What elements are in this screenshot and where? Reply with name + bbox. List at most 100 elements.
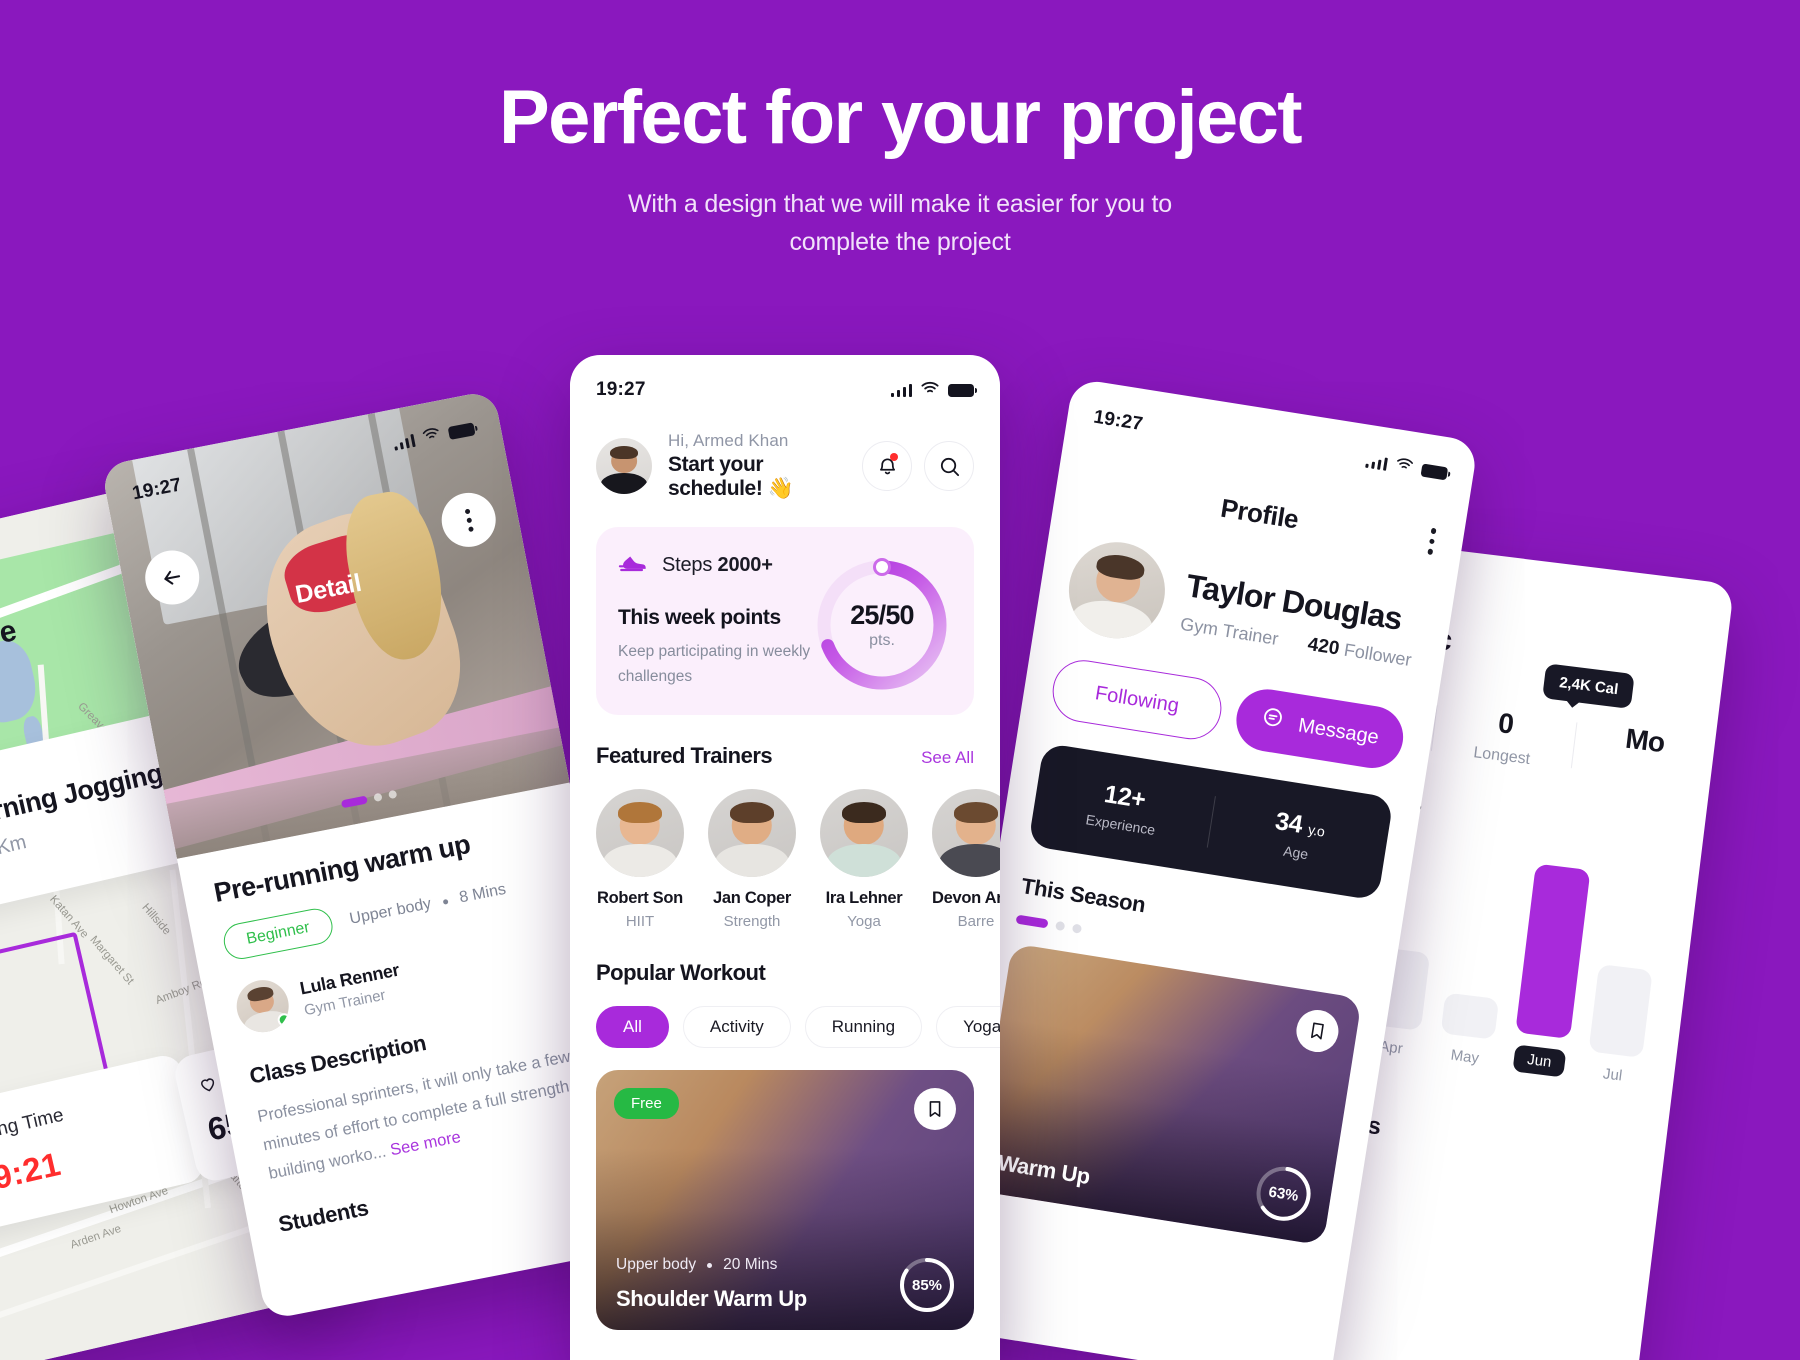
summary-value: 0 [1496,707,1516,740]
trainer-name: Jan Coper [713,889,791,908]
trainer-tag: Yoga [847,913,881,931]
workout-card-title: Shoulder Warm Up [616,1286,807,1312]
message-button[interactable]: Message [1231,684,1408,773]
followers-label: Follower [1342,639,1414,670]
wifi-icon [921,381,939,400]
see-all-link[interactable]: See All [921,748,974,768]
trainer-tag: Barre [957,913,995,931]
chart-bar-column[interactable]: Jul [1585,963,1653,1087]
followers-count: 420 [1306,633,1341,660]
points-value: 25/50 [850,600,914,630]
progress-value: 63% [1267,1182,1300,1205]
chart-x-label: May [1449,1046,1480,1067]
steps-card: Steps 2000+ This week points Keep partic… [596,527,974,716]
wifi-icon [1394,456,1414,476]
chart-bar [1515,863,1591,1039]
hero-subtitle: With a design that we will make it easie… [0,185,1800,263]
trainer-name: Ira Lehner [825,889,903,908]
chart-bar [1588,963,1653,1058]
progress-value: 85% [911,1276,943,1294]
signal-icon [1365,454,1389,471]
status-time: 19:27 [596,379,646,400]
trainer-name: Robert Son [597,889,683,908]
status-time: 19:27 [130,474,184,505]
chart-bar-column[interactable]: May [1437,992,1500,1068]
following-button[interactable]: Following [1048,655,1226,744]
progress-ring: 85% [898,1256,956,1314]
chat-icon [1259,705,1287,738]
list-item[interactable]: Jan Coper Strength [708,789,796,930]
status-time: 19:27 [1092,406,1145,436]
see-more-link[interactable]: See more [389,1128,463,1159]
stat-age: 34 y.o Age [1207,797,1389,874]
search-icon[interactable] [924,441,974,491]
list-item[interactable]: Robert Son HIIT [596,789,684,930]
filter-chip-yoga[interactable]: Yoga [936,1006,1000,1049]
avatar [932,789,1000,878]
battery-icon [1420,462,1449,480]
avatar [232,975,294,1037]
heart-icon [196,1072,221,1101]
popular-workout-title: Popular Workout [596,960,766,986]
workout-card[interactable]: Free Upper body 20 Mins Shoulder Warm Up [596,1070,974,1331]
avatar [708,789,796,878]
stat-experience: 12+ Experience [1032,769,1214,846]
list-item[interactable]: Devon Aner Barre [932,789,1000,930]
hero-subtitle-line2: complete the project [789,228,1011,257]
signal-icon [392,433,416,451]
dot-separator [442,898,449,905]
dot-separator [707,1262,713,1268]
phone-home-screen: 19:27 Hi, Armed Khan Start your schedule… [570,355,1000,1360]
points-progress-ring: 25/50 pts. [812,555,952,695]
bookmark-icon[interactable] [1293,1006,1342,1056]
hero-section: Perfect for your project With a design t… [0,0,1800,262]
workout-duration: 20 Mins [723,1256,778,1274]
points-unit: pts. [869,632,895,649]
notification-dot [890,453,898,461]
notification-bell-icon[interactable] [862,441,912,491]
map-street-label: Hillside [139,901,173,938]
avatar [1062,535,1172,646]
stat-value: 34 [1273,807,1305,839]
greeting-headline: Start your schedule! 👋 [668,453,794,500]
battery-icon [447,421,476,440]
progress-ring: 63% [1250,1161,1316,1227]
workout-filter-chips[interactable]: All Activity Running Yoga [570,986,1000,1049]
greeting-name: Hi, Armed Khan [668,431,789,450]
trainer-name: Devon Aner [932,889,1000,908]
chart-x-label: Jul [1602,1065,1624,1085]
filter-chip-all[interactable]: All [596,1006,669,1049]
stat-unit: y.o [1306,821,1326,840]
trainer-tag: HIIT [625,913,655,931]
poster-stage: Perfect for your project With a design t… [0,0,1800,1360]
bookmark-icon[interactable] [914,1088,956,1131]
featured-trainers-title: Featured Trainers [596,743,773,769]
page-title: Perfect for your project [498,75,1303,160]
summary-value: Mo [1623,722,1667,759]
steps-label: Steps [662,554,713,576]
signal-icon [890,383,912,397]
avatar[interactable] [596,438,652,494]
filter-chip-activity[interactable]: Activity [682,1006,791,1049]
workout-card[interactable]: Warm Up 63% [973,943,1363,1246]
trainers-list[interactable]: Robert Son HIIT Jan Coper Strength Ira L… [570,769,1000,930]
chart-bar-column[interactable]: Jun 2,4K Cal [1511,663,1636,1078]
map-street-label: Margaret St [87,933,136,988]
detail-body-part: Upper body [348,895,433,928]
chart-bar [1440,992,1500,1040]
week-points-subtitle: Keep participating in weekly challenges [618,643,811,686]
message-button-label: Message [1296,713,1381,749]
level-badge: Beginner [220,905,336,963]
stat-value: 12+ [1102,779,1148,815]
workout-card-title: Warm Up [996,1149,1092,1190]
filter-chip-running[interactable]: Running [804,1006,923,1049]
free-badge: Free [614,1088,679,1120]
list-item[interactable]: Ira Lehner Yoga [820,789,908,930]
more-vertical-icon[interactable] [1426,527,1437,555]
workout-category: Upper body [616,1256,697,1274]
steps-value: 2000+ [717,554,773,576]
avatar [596,789,684,878]
avatar [820,789,908,878]
battery-icon [948,383,978,397]
trainer-tag: Strength [723,913,781,931]
